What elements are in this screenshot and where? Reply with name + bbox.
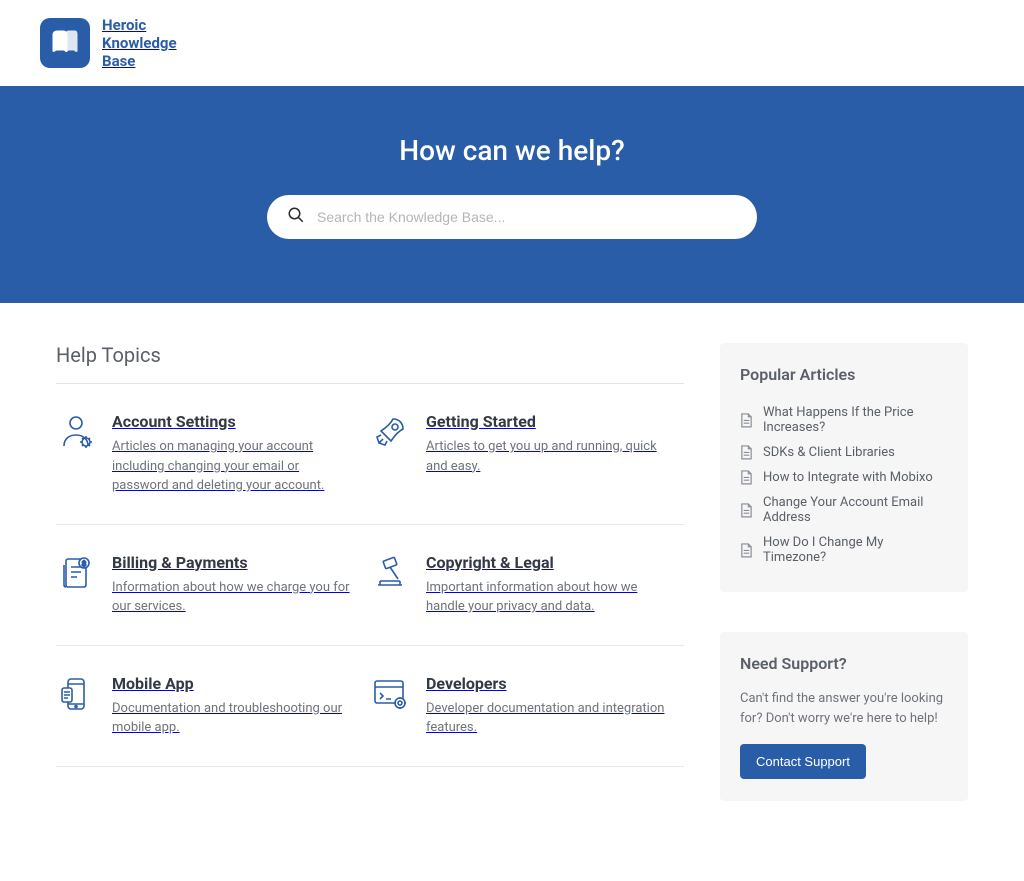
support-heading: Need Support? — [740, 654, 948, 673]
article-link[interactable]: How Do I Change My Timezone? — [763, 535, 948, 565]
contact-support-button[interactable]: Contact Support — [740, 744, 866, 779]
brand-name: Heroic Knowledge Base — [102, 16, 177, 70]
topic-title: Billing & Payments — [112, 553, 354, 572]
article-item: How to Integrate with Mobixo — [740, 465, 948, 490]
topic-desc: Articles to get you up and running, quic… — [426, 437, 668, 476]
article-link[interactable]: What Happens If the Price Increases? — [763, 405, 948, 435]
header: Heroic Knowledge Base — [0, 0, 1024, 86]
document-icon — [740, 470, 753, 485]
topic-desc: Developer documentation and integration … — [426, 699, 668, 738]
topic-developers[interactable]: Developers Developer documentation and i… — [370, 646, 684, 767]
logo-icon — [40, 18, 90, 68]
topic-title: Copyright & Legal — [426, 553, 668, 572]
topic-title: Account Settings — [112, 412, 354, 431]
topic-title: Developers — [426, 674, 668, 693]
topic-title: Getting Started — [426, 412, 668, 431]
article-item: Change Your Account Email Address — [740, 490, 948, 530]
article-link[interactable]: How to Integrate with Mobixo — [763, 470, 933, 485]
help-topics-heading: Help Topics — [56, 343, 684, 367]
topic-desc: Articles on managing your account includ… — [112, 437, 354, 496]
help-topics-section: Help Topics Account Settings Articles on… — [56, 343, 684, 841]
sidebar: Popular Articles What Happens If the Pri… — [720, 343, 968, 841]
mobile-icon — [56, 674, 96, 714]
article-link[interactable]: SDKs & Client Libraries — [763, 445, 895, 460]
hero-banner: How can we help? — [0, 86, 1024, 303]
topic-mobile-app[interactable]: Mobile App Documentation and troubleshoo… — [56, 646, 370, 767]
rocket-icon — [370, 412, 410, 452]
article-item: SDKs & Client Libraries — [740, 440, 948, 465]
topic-desc: Important information about how we handl… — [426, 578, 668, 617]
topic-title: Mobile App — [112, 674, 354, 693]
support-text: Can't find the answer you're looking for… — [740, 689, 948, 728]
search-icon — [287, 206, 305, 228]
search-bar[interactable] — [267, 195, 757, 239]
topic-copyright[interactable]: Copyright & Legal Important information … — [370, 525, 684, 646]
search-input[interactable] — [317, 209, 737, 225]
user-gear-icon — [56, 412, 96, 452]
brand-logo-link[interactable]: Heroic Knowledge Base — [40, 16, 177, 70]
support-box: Need Support? Can't find the answer you'… — [720, 632, 968, 801]
gavel-icon — [370, 553, 410, 593]
document-icon — [740, 413, 753, 428]
invoice-icon: $ — [56, 553, 96, 593]
main-content: Help Topics Account Settings Articles on… — [0, 303, 1024, 881]
popular-articles-box: Popular Articles What Happens If the Pri… — [720, 343, 968, 592]
article-item: What Happens If the Price Increases? — [740, 400, 948, 440]
topic-billing[interactable]: $ Billing & Payments Information about h… — [56, 525, 370, 646]
topic-desc: Information about how we charge you for … — [112, 578, 354, 617]
article-link[interactable]: Change Your Account Email Address — [763, 495, 948, 525]
document-icon — [740, 543, 753, 558]
topic-desc: Documentation and troubleshooting our mo… — [112, 699, 354, 738]
svg-text:$: $ — [82, 561, 86, 568]
terminal-gear-icon — [370, 674, 410, 714]
popular-heading: Popular Articles — [740, 365, 948, 384]
hero-title: How can we help? — [20, 134, 1004, 167]
document-icon — [740, 445, 753, 460]
document-icon — [740, 503, 753, 518]
article-item: How Do I Change My Timezone? — [740, 530, 948, 570]
topic-getting-started[interactable]: Getting Started Articles to get you up a… — [370, 384, 684, 525]
topic-account-settings[interactable]: Account Settings Articles on managing yo… — [56, 384, 370, 525]
